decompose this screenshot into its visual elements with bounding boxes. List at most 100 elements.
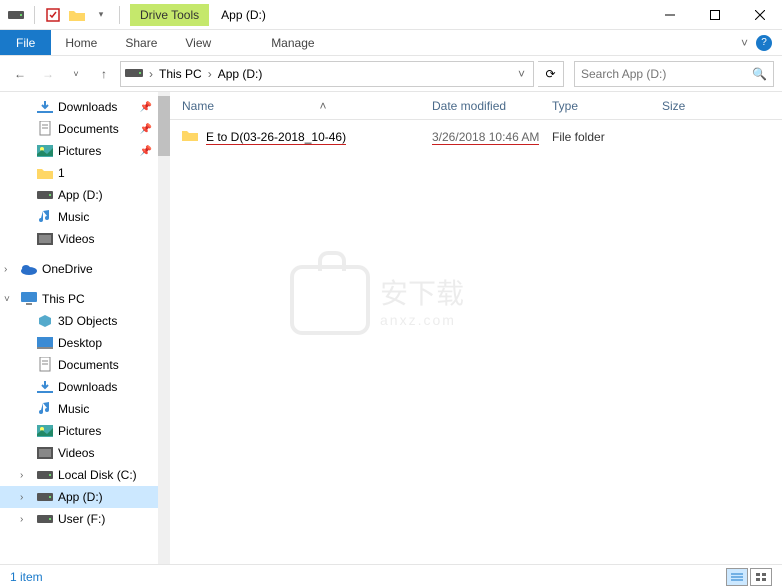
properties-icon[interactable] <box>45 7 61 23</box>
qat-dropdown-icon[interactable]: ▾ <box>93 7 109 23</box>
sidebar-item-downloads[interactable]: Downloads 📌 <box>0 96 170 118</box>
file-row[interactable]: E to D(03-26-2018_10-46)3/26/2018 10:46 … <box>182 126 782 148</box>
minimize-button[interactable] <box>647 0 692 30</box>
column-headers: Name ˄ Date modified Type Size <box>170 92 782 120</box>
column-type[interactable]: Type <box>552 99 662 113</box>
sidebar-item-music[interactable]: Music <box>0 206 170 228</box>
sidebar-item-local-disk-c-[interactable]: ›Local Disk (C:) <box>0 464 170 486</box>
sidebar-item-documents[interactable]: Documents📌 <box>0 118 170 140</box>
sidebar-item-label: Downloads <box>58 380 117 394</box>
music-icon <box>36 209 54 225</box>
sidebar-item-desktop[interactable]: Desktop <box>0 332 170 354</box>
sidebar-item-videos[interactable]: Videos <box>0 442 170 464</box>
sidebar-item-videos[interactable]: Videos <box>0 228 170 250</box>
close-button[interactable] <box>737 0 782 30</box>
column-date[interactable]: Date modified <box>432 99 552 113</box>
item-count: 1 item <box>10 570 43 584</box>
sidebar-item-label: Desktop <box>58 336 102 350</box>
sidebar-item-this-pc[interactable]: ˅ This PC <box>0 288 170 310</box>
tab-share[interactable]: Share <box>111 30 171 55</box>
details-view-button[interactable] <box>726 568 748 586</box>
breadcrumb-segment[interactable]: App (D:) <box>214 67 267 81</box>
sidebar-item-label: Music <box>58 210 89 224</box>
drive-icon <box>8 7 24 23</box>
sidebar-item-3d-objects[interactable]: 3D Objects <box>0 310 170 332</box>
chevron-icon[interactable]: › <box>4 264 16 275</box>
chevron-icon[interactable]: › <box>20 492 32 503</box>
sidebar-item-app-d-[interactable]: ›App (D:) <box>0 486 170 508</box>
back-button[interactable]: ← <box>8 62 32 86</box>
pin-icon: 📌 <box>140 102 152 113</box>
scrollbar-thumb[interactable] <box>158 96 170 156</box>
chevron-right-icon[interactable]: › <box>147 67 155 81</box>
folder-icon <box>182 129 200 145</box>
sidebar-item-label: Music <box>58 402 89 416</box>
desktop-icon <box>36 335 54 351</box>
sidebar-item-music[interactable]: Music <box>0 398 170 420</box>
sidebar-item-label: This PC <box>42 292 85 306</box>
sidebar-item-label: Pictures <box>58 144 101 158</box>
sidebar-item-label: Documents <box>58 122 119 136</box>
column-label: Name <box>182 99 214 113</box>
maximize-button[interactable] <box>692 0 737 30</box>
sidebar-item-label: Downloads <box>58 100 117 114</box>
search-input[interactable] <box>581 67 752 81</box>
column-size[interactable]: Size <box>662 99 782 113</box>
window-title: App (D:) <box>209 8 266 22</box>
quick-access-toolbar: ▾ <box>0 6 130 24</box>
tab-view[interactable]: View <box>171 30 225 55</box>
chevron-icon[interactable]: › <box>20 514 32 525</box>
file-date: 3/26/2018 10:46 AM <box>432 130 552 145</box>
drive-icon <box>36 467 54 483</box>
drive-icon <box>36 187 54 203</box>
scrollbar[interactable] <box>158 92 170 564</box>
sidebar-item-1[interactable]: 1 <box>0 162 170 184</box>
folder-icon <box>36 165 54 181</box>
sidebar-item-onedrive[interactable]: ›OneDrive <box>0 258 170 280</box>
file-type: File folder <box>552 130 662 144</box>
status-bar: 1 item <box>0 564 782 588</box>
folder-icon[interactable] <box>69 7 85 23</box>
contextual-tab-label: Drive Tools <box>130 4 209 26</box>
chevron-right-icon[interactable]: › <box>206 67 214 81</box>
window-controls <box>647 0 782 30</box>
main-area: Downloads 📌 Documents📌 Pictures 📌 1 App (D:) Mu… <box>0 92 782 564</box>
file-name: E to D(03-26-2018_10-46) <box>206 130 432 145</box>
refresh-button[interactable]: ⟳ <box>538 61 564 87</box>
recent-dropdown[interactable]: ˅ <box>64 62 88 86</box>
chevron-icon[interactable]: ˅ <box>4 294 16 305</box>
help-icon[interactable]: ? <box>756 35 772 51</box>
navbar: ← → ˅ ↑ › This PC › App (D:) ˅ ⟳ 🔍 <box>0 56 782 92</box>
chevron-icon[interactable]: › <box>20 470 32 481</box>
document-icon <box>36 121 54 137</box>
sidebar-item-pictures[interactable]: Pictures <box>0 420 170 442</box>
file-list[interactable]: E to D(03-26-2018_10-46)3/26/2018 10:46 … <box>170 120 782 564</box>
sidebar-item-app-d-[interactable]: App (D:) <box>0 184 170 206</box>
ribbon-expand-icon[interactable]: ˅ <box>741 36 748 50</box>
address-bar[interactable]: › This PC › App (D:) ˅ <box>120 61 534 87</box>
sidebar-item-label: Videos <box>58 446 94 460</box>
search-box[interactable]: 🔍 <box>574 61 774 87</box>
sidebar-item-label: 3D Objects <box>58 314 117 328</box>
up-button[interactable]: ↑ <box>92 62 116 86</box>
breadcrumb-segment[interactable]: This PC <box>155 67 206 81</box>
ribbon-right: ˅ ? <box>741 30 782 55</box>
sidebar-item-pictures[interactable]: Pictures 📌 <box>0 140 170 162</box>
file-tab[interactable]: File <box>0 30 51 55</box>
sort-indicator-icon: ˄ <box>320 99 327 113</box>
sidebar-item-downloads[interactable]: Downloads <box>0 376 170 398</box>
tab-home[interactable]: Home <box>51 30 111 55</box>
search-icon[interactable]: 🔍 <box>752 67 767 81</box>
icons-view-button[interactable] <box>750 568 772 586</box>
music-icon <box>36 401 54 417</box>
sidebar-item-documents[interactable]: Documents <box>0 354 170 376</box>
column-name[interactable]: Name ˄ <box>182 99 432 113</box>
forward-button[interactable]: → <box>36 62 60 86</box>
navigation-pane[interactable]: Downloads 📌 Documents📌 Pictures 📌 1 App (D:) Mu… <box>0 92 170 564</box>
address-dropdown-icon[interactable]: ˅ <box>514 67 529 81</box>
drive-icon <box>36 511 54 527</box>
sidebar-item-user-f-[interactable]: ›User (F:) <box>0 508 170 530</box>
pin-icon: 📌 <box>140 146 152 157</box>
sidebar-item-label: 1 <box>58 166 65 180</box>
tab-manage[interactable]: Manage <box>257 30 328 55</box>
